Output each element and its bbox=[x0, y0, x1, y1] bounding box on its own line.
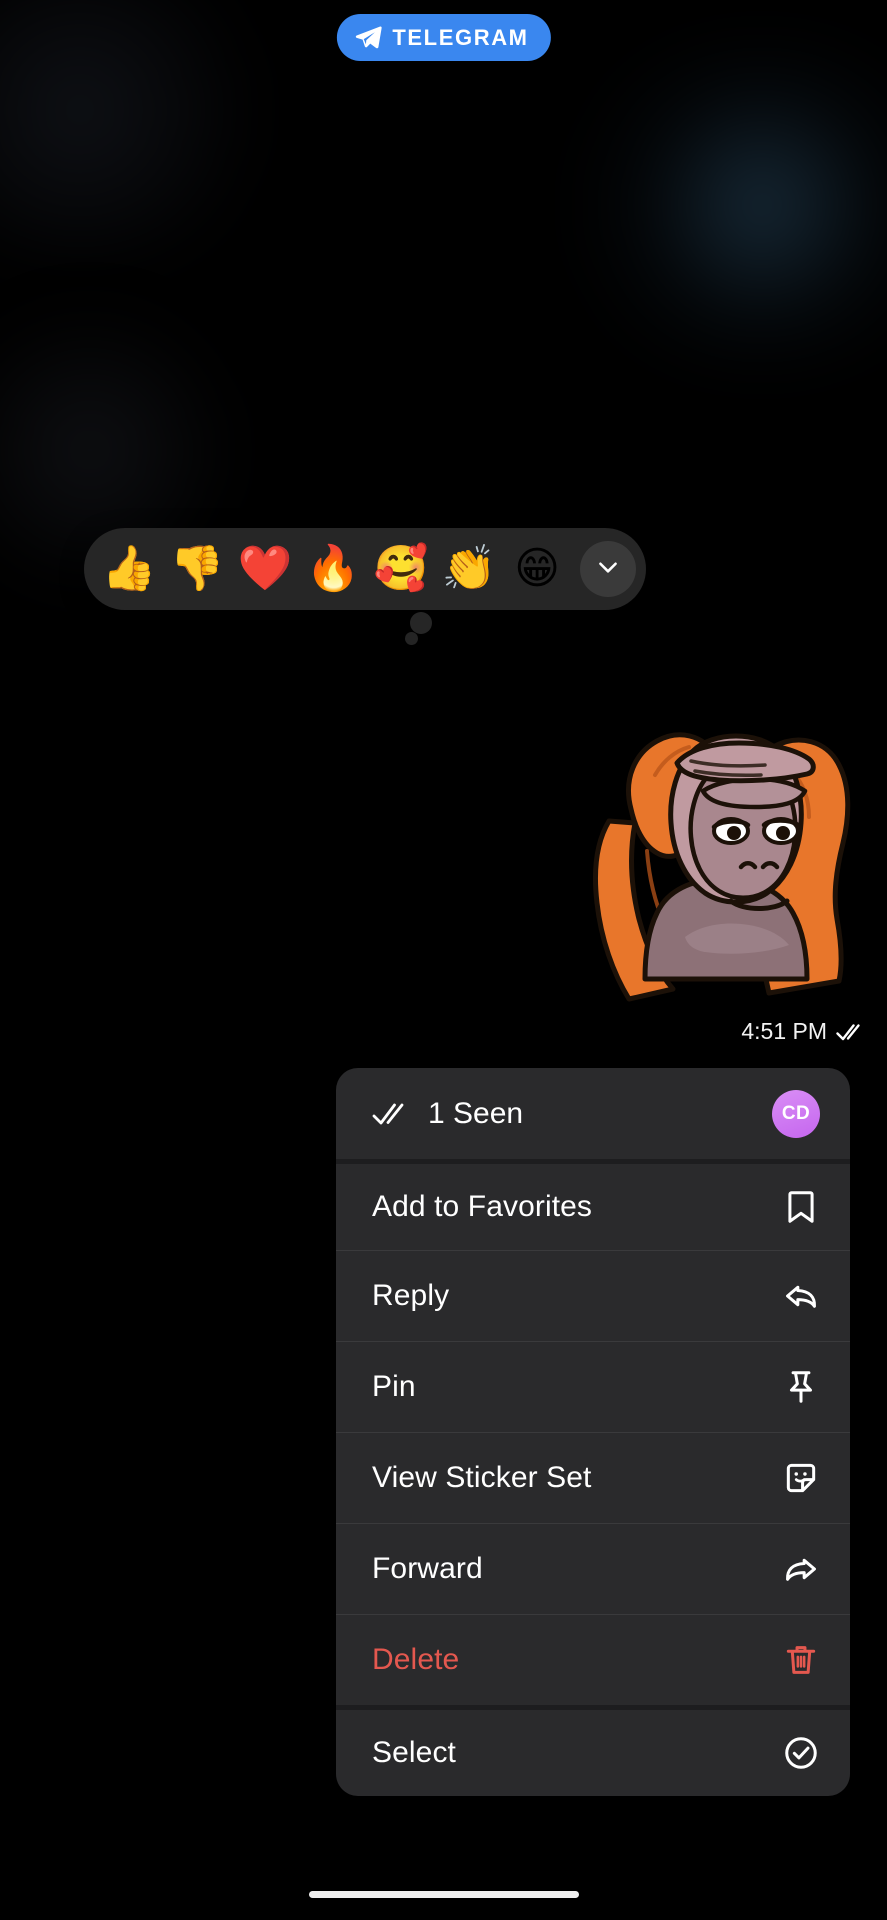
background-glow-top-left bbox=[0, 0, 290, 260]
seen-count-label: 1 Seen bbox=[428, 1096, 524, 1130]
context-menu-item-label: Reply bbox=[372, 1279, 450, 1312]
context-menu-item-label: Forward bbox=[372, 1552, 483, 1585]
expand-reactions-button[interactable] bbox=[580, 541, 636, 597]
context-menu-seen-row[interactable]: 1 Seen CD bbox=[336, 1068, 850, 1159]
telegram-watermark-badge: TELEGRAM bbox=[336, 14, 551, 61]
context-menu-item-label: Pin bbox=[372, 1370, 416, 1403]
context-menu-item-select[interactable]: Select bbox=[336, 1705, 850, 1796]
context-menu-item-pin[interactable]: Pin bbox=[336, 1341, 850, 1432]
double-check-icon bbox=[836, 1022, 865, 1042]
context-menu-item-reply[interactable]: Reply bbox=[336, 1250, 850, 1341]
context-menu-item-view-sticker-set[interactable]: View Sticker Set bbox=[336, 1432, 850, 1523]
context-menu-item-label: Select bbox=[372, 1736, 456, 1769]
context-menu-item-label: Add to Favorites bbox=[372, 1190, 593, 1223]
context-menu-item-delete[interactable]: Delete bbox=[336, 1614, 850, 1705]
home-indicator bbox=[308, 1891, 579, 1898]
telegram-chat-screen: TELEGRAM 👍 👎 ❤️ 🔥 🥰 👏 😁 4:51 PM 1 Seen C… bbox=[0, 0, 887, 1920]
reaction-clapping-hands[interactable]: 👏 bbox=[438, 538, 500, 600]
reaction-grinning-face[interactable]: 😁 bbox=[506, 538, 568, 600]
bookmark-icon bbox=[782, 1188, 820, 1226]
context-menu-item-label: Delete bbox=[372, 1643, 460, 1676]
orangutan-facepalm-sticker[interactable] bbox=[535, 655, 865, 1010]
reaction-bar[interactable]: 👍 👎 ❤️ 🔥 🥰 👏 😁 bbox=[84, 528, 646, 610]
reply-arrow-icon bbox=[782, 1277, 820, 1315]
avatar[interactable]: CD bbox=[772, 1089, 820, 1138]
context-menu-item-forward[interactable]: Forward bbox=[336, 1523, 850, 1614]
context-menu-item-label: View Sticker Set bbox=[372, 1461, 592, 1494]
chevron-down-icon bbox=[595, 554, 621, 585]
reaction-bar-tail-large bbox=[410, 612, 432, 634]
check-circle-icon bbox=[782, 1734, 820, 1772]
telegram-plane-icon bbox=[354, 24, 382, 51]
double-check-icon bbox=[372, 1101, 412, 1127]
background-glow-top-right bbox=[547, 40, 887, 370]
reaction-thumbs-down[interactable]: 👎 bbox=[166, 538, 228, 600]
reaction-fire[interactable]: 🔥 bbox=[302, 538, 364, 600]
reaction-red-heart[interactable]: ❤️ bbox=[234, 538, 296, 600]
context-menu-item-add-to-favorites[interactable]: Add to Favorites bbox=[336, 1159, 850, 1250]
telegram-watermark-label: TELEGRAM bbox=[392, 24, 529, 50]
message-context-menu: 1 Seen CD Add to Favorites Reply Pin Vie… bbox=[336, 1068, 850, 1796]
message-meta: 4:51 PM bbox=[741, 1018, 865, 1045]
message-timestamp: 4:51 PM bbox=[741, 1018, 827, 1044]
pushpin-icon bbox=[782, 1368, 820, 1406]
sticker-icon bbox=[782, 1459, 820, 1497]
reaction-smiling-face-with-hearts[interactable]: 🥰 bbox=[370, 538, 432, 600]
reaction-bar-tail-small bbox=[405, 632, 418, 645]
forward-arrow-icon bbox=[782, 1550, 820, 1588]
reaction-thumbs-up[interactable]: 👍 bbox=[98, 538, 160, 600]
trash-icon bbox=[782, 1641, 820, 1679]
